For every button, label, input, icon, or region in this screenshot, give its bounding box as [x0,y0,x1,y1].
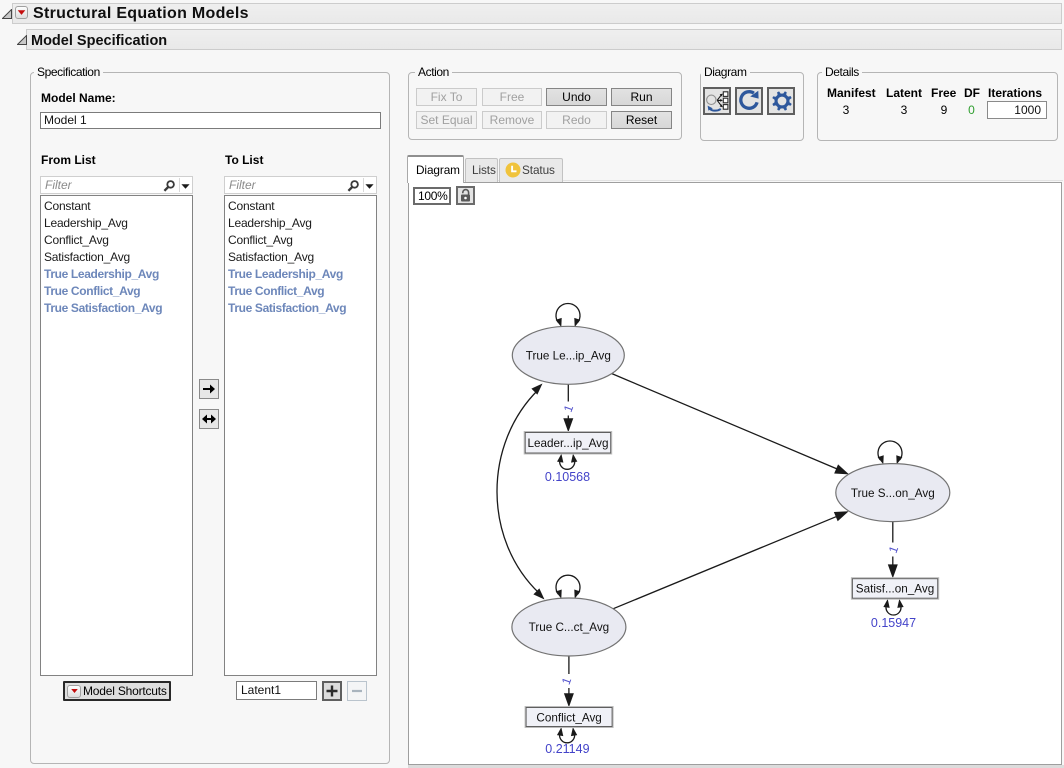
svg-text:0.15947: 0.15947 [871,616,916,630]
svg-text:True Le...ip_Avg: True Le...ip_Avg [526,350,611,363]
svg-text:0.21149: 0.21149 [545,742,589,756]
svg-text:Satisf...on_Avg: Satisf...on_Avg [856,583,934,596]
svg-text:Conflict_Avg: Conflict_Avg [536,711,601,724]
svg-text:Leader...ip_Avg: Leader...ip_Avg [527,437,608,450]
svg-text:1: 1 [561,403,577,414]
svg-text:True S...on_Avg: True S...on_Avg [851,487,935,500]
svg-text:1: 1 [886,544,902,555]
svg-text:1: 1 [559,675,575,686]
svg-text:0.10568: 0.10568 [545,470,590,484]
svg-text:True C...ct_Avg: True C...ct_Avg [529,621,610,634]
